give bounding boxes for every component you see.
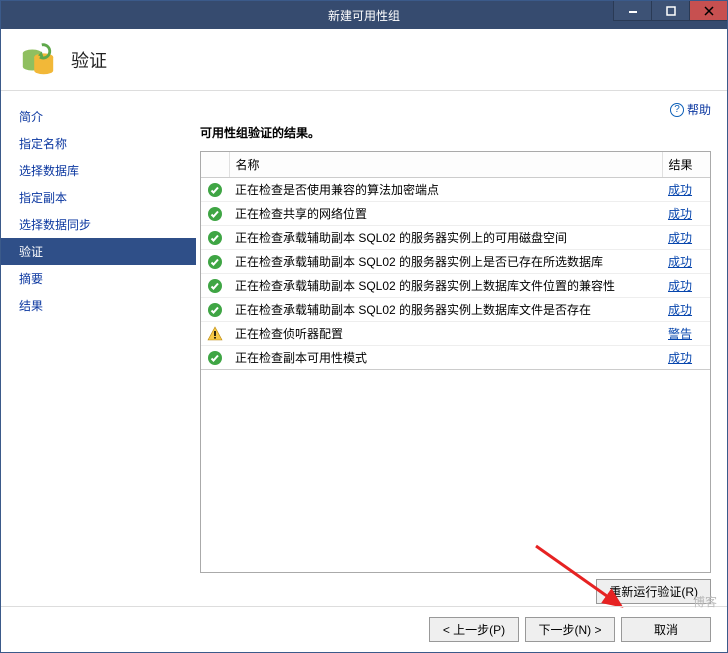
success-icon [207,350,223,366]
footer: < 上一步(P) 下一步(N) > 取消 博客 [1,606,727,652]
result-heading: 可用性组验证的结果。 [200,124,711,141]
row-name: 正在检查承载辅助副本 SQL02 的服务器实例上的可用磁盘空间 [229,226,662,250]
row-result-link[interactable]: 成功 [662,178,710,202]
row-result-link[interactable]: 警告 [662,322,710,346]
table-row: 正在检查承载辅助副本 SQL02 的服务器实例上数据库文件位置的兼容性成功 [201,274,710,298]
table-row: 正在检查共享的网络位置成功 [201,202,710,226]
success-icon [207,278,223,294]
success-icon [207,254,223,270]
row-name: 正在检查共享的网络位置 [229,202,662,226]
success-icon [207,206,223,222]
row-name: 正在检查是否使用兼容的算法加密端点 [229,178,662,202]
success-icon [207,230,223,246]
window-controls [613,1,727,21]
next-button[interactable]: 下一步(N) > [525,617,615,642]
nav-summary[interactable]: 摘要 [1,265,196,292]
table-row: 正在检查是否使用兼容的算法加密端点成功 [201,178,710,202]
rerun-validation-button[interactable]: 重新运行验证(R) [596,579,711,604]
row-name: 正在检查承载辅助副本 SQL02 的服务器实例上数据库文件位置的兼容性 [229,274,662,298]
cancel-button[interactable]: 取消 [621,617,711,642]
success-icon [207,302,223,318]
sidebar: 简介 指定名称 选择数据库 指定副本 选择数据同步 验证 摘要 结果 [1,91,196,606]
page-title: 验证 [71,47,107,73]
database-icon [19,41,57,79]
table-row: 正在检查承载辅助副本 SQL02 的服务器实例上数据库文件是否存在成功 [201,298,710,322]
table-row: 正在检查承载辅助副本 SQL02 的服务器实例上的可用磁盘空间成功 [201,226,710,250]
titlebar: 新建可用性组 [1,1,727,29]
row-result-link[interactable]: 成功 [662,226,710,250]
help-link[interactable]: ? 帮助 [670,101,711,118]
row-result-link[interactable]: 成功 [662,346,710,370]
row-name: 正在检查副本可用性模式 [229,346,662,370]
content: ? 帮助 可用性组验证的结果。 名称 结果 正在检查是否使用兼容的算法加密端点成… [196,91,727,606]
maximize-button[interactable] [651,1,689,21]
table-row: 正在检查侦听器配置警告 [201,322,710,346]
row-name: 正在检查承载辅助副本 SQL02 的服务器实例上是否已存在所选数据库 [229,250,662,274]
table-row: 正在检查承载辅助副本 SQL02 的服务器实例上是否已存在所选数据库成功 [201,250,710,274]
minimize-button[interactable] [613,1,651,21]
row-name: 正在检查侦听器配置 [229,322,662,346]
col-status [201,152,229,178]
body: 简介 指定名称 选择数据库 指定副本 选择数据同步 验证 摘要 结果 ? 帮助 … [1,91,727,606]
validation-table: 名称 结果 正在检查是否使用兼容的算法加密端点成功正在检查共享的网络位置成功正在… [200,151,711,573]
nav-specify-replica[interactable]: 指定副本 [1,184,196,211]
nav-validate[interactable]: 验证 [1,238,196,265]
row-name: 正在检查承载辅助副本 SQL02 的服务器实例上数据库文件是否存在 [229,298,662,322]
nav-result[interactable]: 结果 [1,292,196,319]
wizard-window: 新建可用性组 验证 简介 指定名称 选择数据库 指定副本 选择数据同步 [0,0,728,653]
help-label: 帮助 [687,101,711,118]
warning-icon [207,326,223,342]
table-row: 正在检查副本可用性模式成功 [201,346,710,370]
row-result-link[interactable]: 成功 [662,202,710,226]
row-result-link[interactable]: 成功 [662,274,710,298]
header: 验证 [1,29,727,91]
help-icon: ? [670,103,684,117]
close-button[interactable] [689,1,727,21]
nav-specify-name[interactable]: 指定名称 [1,130,196,157]
nav-select-sync[interactable]: 选择数据同步 [1,211,196,238]
col-result: 结果 [662,152,710,178]
success-icon [207,182,223,198]
nav-select-db[interactable]: 选择数据库 [1,157,196,184]
prev-button[interactable]: < 上一步(P) [429,617,519,642]
row-result-link[interactable]: 成功 [662,250,710,274]
nav-intro[interactable]: 简介 [1,103,196,130]
row-result-link[interactable]: 成功 [662,298,710,322]
col-name: 名称 [229,152,662,178]
